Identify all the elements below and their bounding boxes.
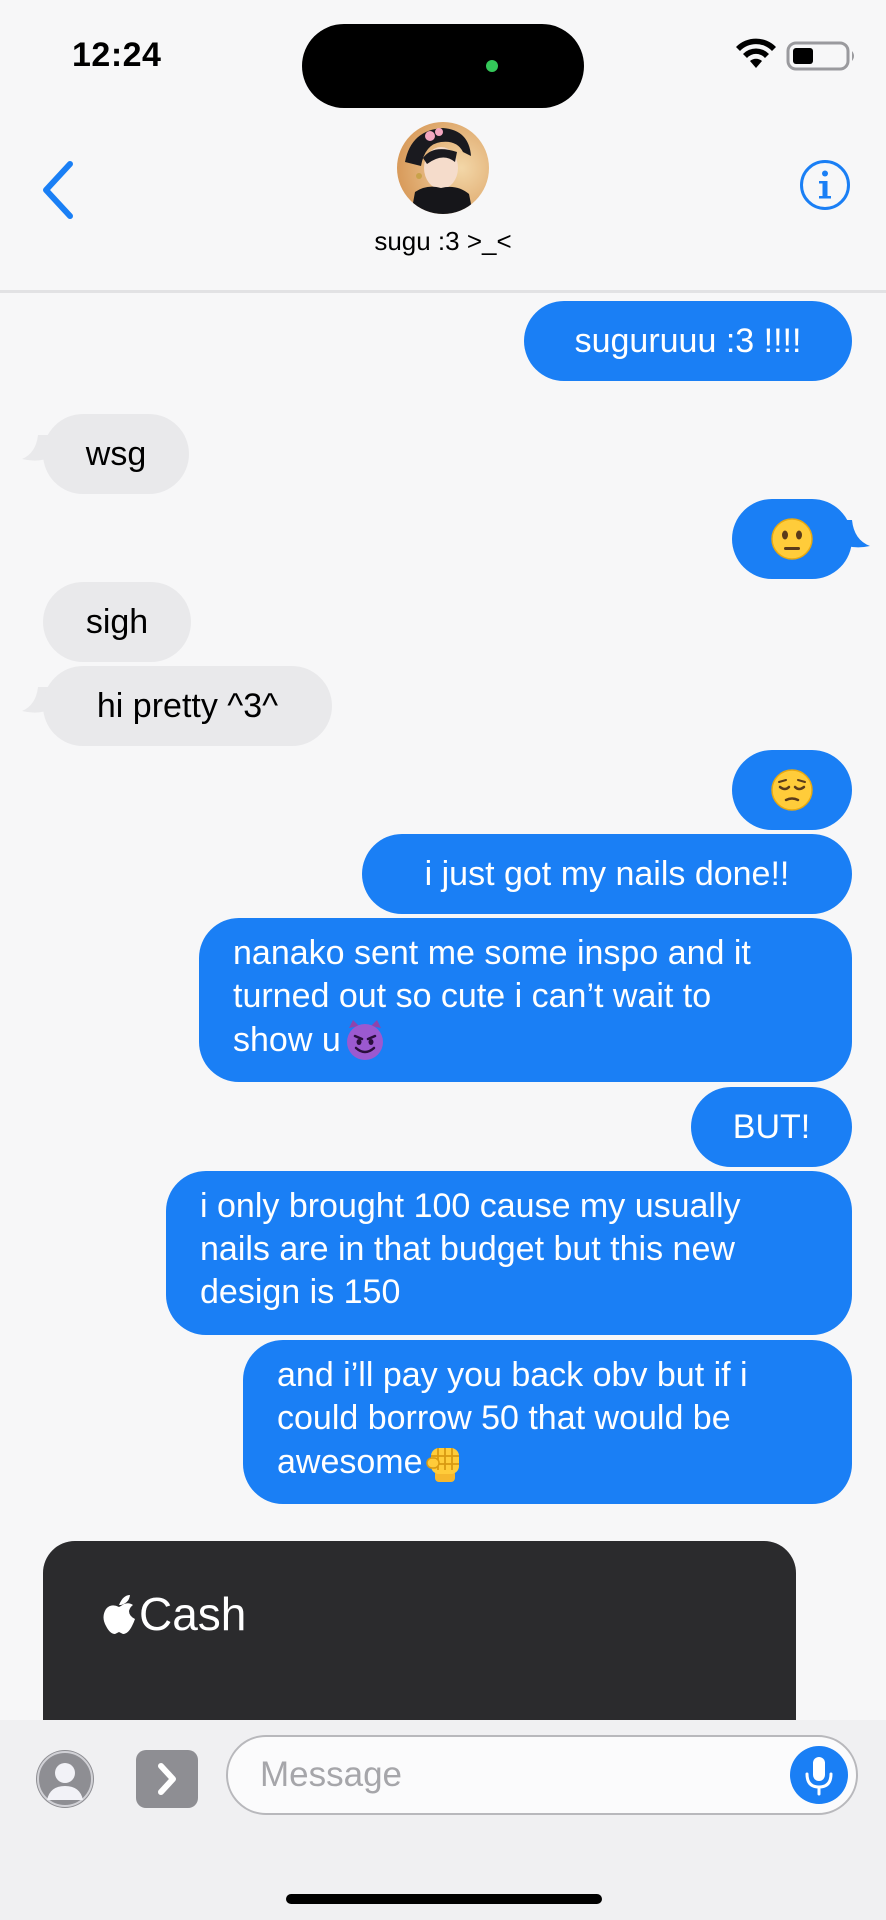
apple-cash-card[interactable]: Cash — [43, 1541, 796, 1720]
message-line: could borrow 50 that would be — [277, 1399, 731, 1437]
message-text: sigh — [85, 602, 149, 641]
apple-logo-icon — [103, 1595, 135, 1634]
message-line-with-emoji: show u — [233, 1018, 822, 1062]
message-line: awesome — [277, 1442, 423, 1481]
message-line: and i’ll pay you back obv but if i — [277, 1356, 748, 1394]
contact-name[interactable]: sugu :3 >_< — [0, 226, 886, 257]
conversation-header: sugu :3 >_< — [0, 110, 886, 293]
message-input[interactable] — [226, 1735, 858, 1815]
message-line: turned out so cute i can’t wait to — [233, 977, 712, 1015]
status-bar: 12:24 — [0, 0, 886, 110]
message-bubble-outgoing[interactable] — [732, 750, 852, 830]
status-time: 12:24 — [72, 36, 162, 74]
message-bubble-outgoing[interactable]: BUT! — [691, 1087, 852, 1167]
message-bubble-incoming[interactable]: sigh — [43, 582, 191, 662]
message-line: nails are in that budget but this new — [200, 1230, 735, 1268]
chevron-right-icon — [158, 1763, 176, 1795]
message-line: show u — [233, 1020, 341, 1059]
message-text: BUT! — [732, 1107, 811, 1146]
message-text: i just got my nails done!! — [424, 854, 790, 893]
message-bubble-outgoing[interactable]: i just got my nails done!! — [362, 834, 852, 914]
camera-indicator-dot — [486, 60, 498, 72]
battery-icon — [786, 41, 854, 71]
info-circle-icon[interactable] — [799, 159, 851, 211]
person-icon[interactable] — [36, 1750, 94, 1808]
message-line: nanako sent me some inspo and it — [233, 934, 751, 972]
message-line-with-emoji: awesome — [277, 1440, 822, 1484]
message-line: design is 150 — [200, 1273, 401, 1311]
raised-fist-icon — [425, 1448, 459, 1482]
smiling-imp-icon — [346, 1020, 383, 1060]
apple-cash-logo: Cash — [101, 1587, 246, 1641]
apple-cash-label: Cash — [139, 1588, 247, 1640]
message-bubble-incoming[interactable]: wsg — [43, 414, 189, 494]
message-text: hi pretty ^3^ — [96, 686, 279, 725]
message-text: suguruuu :3 !!!! — [574, 321, 802, 360]
neutral-face-icon — [771, 518, 813, 560]
message-bubble-outgoing[interactable]: and i’ll pay you back obv but if i could… — [243, 1340, 852, 1504]
contact-avatar[interactable] — [397, 122, 489, 214]
message-line: i only brought 100 cause my usually — [200, 1187, 741, 1225]
message-bubble-outgoing[interactable]: suguruuu :3 !!!! — [524, 301, 852, 381]
message-bubble-outgoing[interactable]: nanako sent me some inspo and it turned … — [199, 918, 852, 1082]
microphone-icon[interactable] — [790, 1746, 848, 1804]
dynamic-island — [302, 24, 584, 108]
home-indicator — [286, 1894, 602, 1904]
message-bubble-outgoing[interactable] — [732, 499, 852, 579]
avatar-illustration — [397, 122, 489, 214]
message-composer — [0, 1720, 886, 1920]
message-bubble-incoming[interactable]: hi pretty ^3^ — [43, 666, 332, 746]
apps-expand-button[interactable] — [136, 1750, 198, 1808]
message-bubble-outgoing[interactable]: i only brought 100 cause my usually nail… — [166, 1171, 852, 1335]
pensive-face-icon — [771, 769, 813, 811]
wifi-icon — [736, 38, 776, 68]
back-chevron-icon[interactable] — [34, 154, 84, 226]
message-text: wsg — [85, 434, 147, 473]
message-thread: suguruuu :3 !!!! wsg sigh hi pretty ^3^ — [0, 293, 886, 1720]
